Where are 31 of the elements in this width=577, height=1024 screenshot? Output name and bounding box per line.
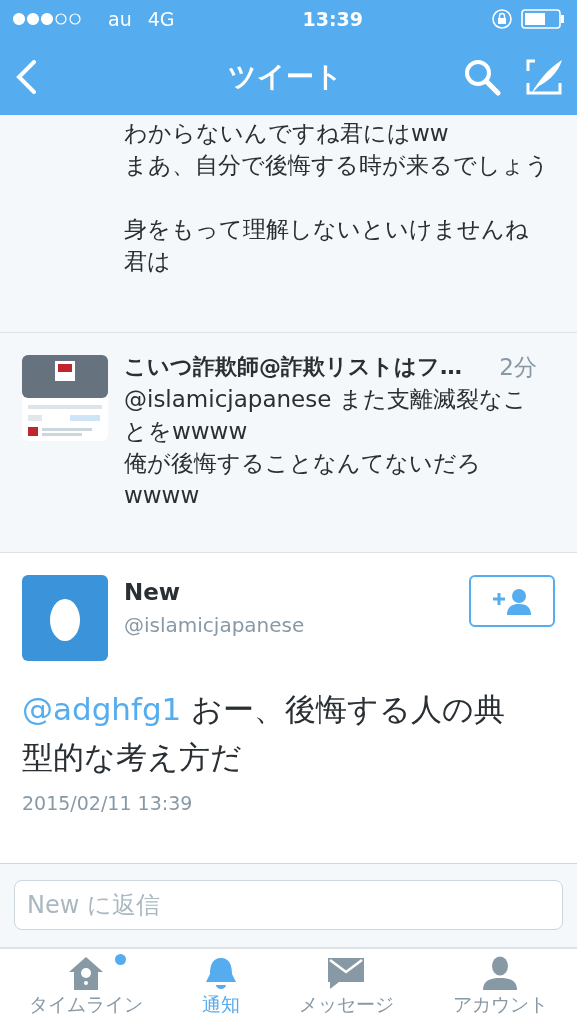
screen-title: ツイート (228, 58, 343, 95)
tab-label[interactable]: 通知 (202, 990, 241, 1019)
mail-icon (327, 956, 366, 991)
user-name: こいつ詐欺師@詐欺リストはフ… (124, 353, 462, 381)
tweet-date: 2015/02/11 13:39 (22, 791, 194, 816)
add-user-icon (490, 587, 534, 615)
tweet-text: わからないんですね君にはww まあ、自分で後悔する時が来るでしょう (124, 119, 549, 180)
clock-time: 13:39 (302, 6, 363, 32)
avatar-icon[interactable] (22, 575, 108, 661)
house-icon (68, 956, 105, 991)
tweet-text: @islamicjapanese また支離滅裂なことをwwww 俺が後悔することなんてないだろwwww (124, 385, 528, 510)
back-icon[interactable] (14, 59, 38, 94)
rotation-lock-icon (491, 8, 513, 30)
compose-icon[interactable] (525, 57, 563, 96)
battery-icon (521, 9, 565, 29)
follow-button[interactable] (469, 575, 555, 627)
reply-field[interactable]: New に返信 (14, 880, 563, 930)
search-icon[interactable] (463, 57, 501, 96)
tweet-text: @adghfg1 おー、後悔する人の典型的な考え方だ (22, 690, 507, 777)
bell-icon (204, 956, 239, 991)
mention-link[interactable]: @adghfg1 (22, 691, 182, 727)
network-type: 4G (147, 6, 175, 32)
tab-label[interactable]: アカウント (452, 990, 548, 1019)
tweet-text: 身をもって理解しないといけませんね君は (124, 215, 530, 276)
person-icon (481, 956, 520, 991)
user-name: New (124, 578, 182, 607)
tweet-time: 2分 (499, 353, 537, 382)
tab-label[interactable]: メッセージ (298, 990, 394, 1019)
user-handle: @islamicjapanese (124, 611, 306, 639)
tab-label[interactable]: タイムライン (29, 990, 144, 1019)
carrier-name: au (108, 6, 132, 32)
